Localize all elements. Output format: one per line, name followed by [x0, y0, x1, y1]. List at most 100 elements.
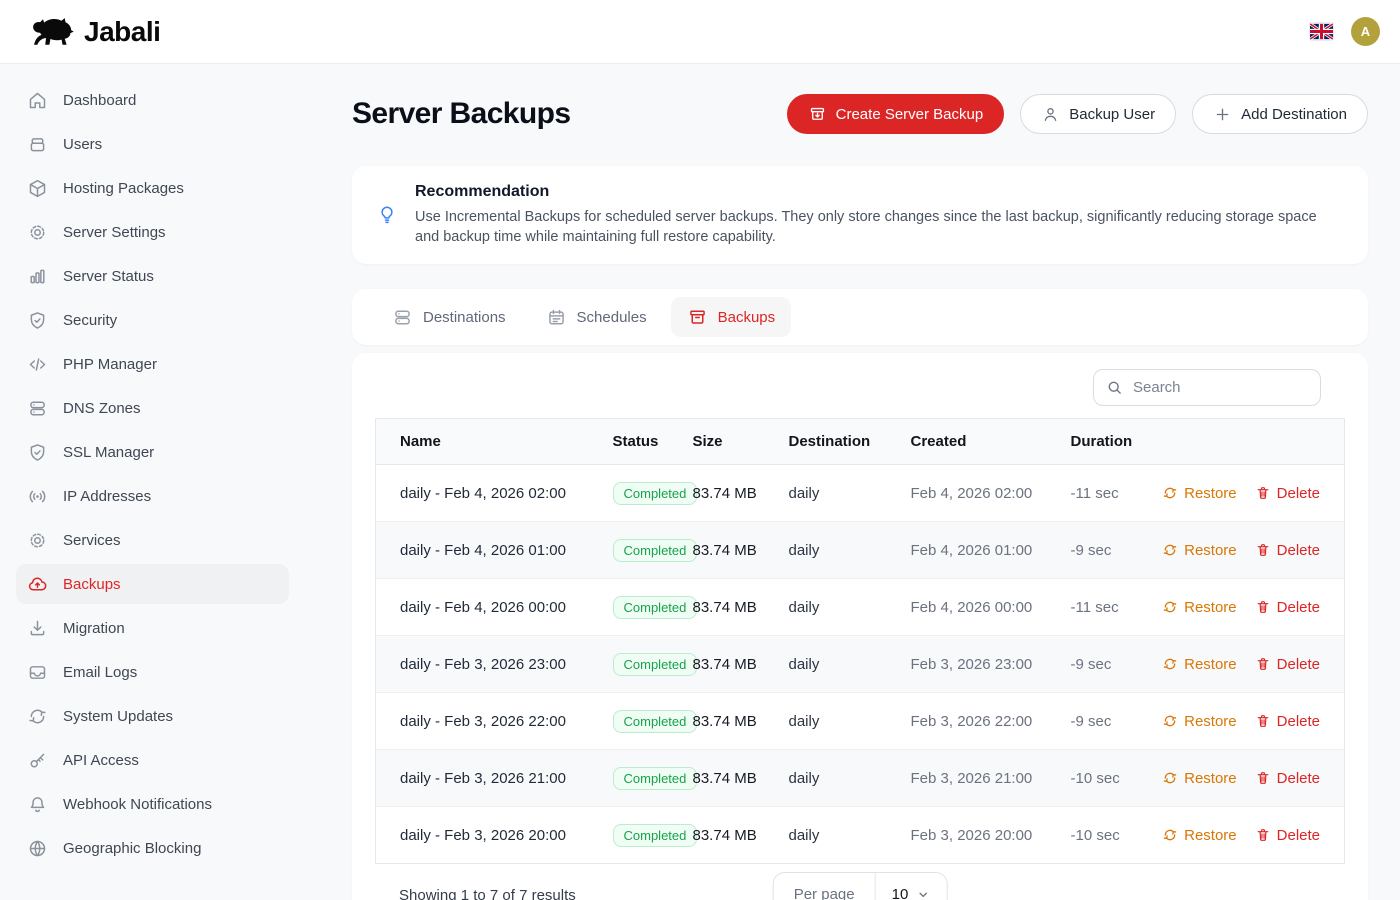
sidebar-item-backups[interactable]: Backups [16, 564, 289, 604]
restore-icon [1162, 827, 1178, 843]
sidebar-item-geographic-blocking[interactable]: Geographic Blocking [16, 828, 289, 868]
key-icon [27, 750, 48, 771]
tab-label: Backups [718, 309, 776, 326]
sidebar-item-security[interactable]: Security [16, 300, 289, 340]
trash-icon [1255, 713, 1271, 729]
restore-button[interactable]: Restore [1162, 770, 1237, 787]
trash-icon [1255, 485, 1271, 501]
delete-button[interactable]: Delete [1255, 713, 1320, 730]
column-header-actions [1181, 419, 1345, 465]
add-destination-button[interactable]: Add Destination [1192, 94, 1368, 134]
sidebar-item-migration[interactable]: Migration [16, 608, 289, 648]
sidebar-item-users[interactable]: Users [16, 124, 289, 164]
tab-destinations[interactable]: Destinations [376, 297, 522, 337]
backup-destination: daily [789, 656, 820, 673]
delete-button[interactable]: Delete [1255, 599, 1320, 616]
shield-check-icon [27, 442, 48, 463]
status-badge: Completed [613, 767, 698, 790]
delete-button-label: Delete [1277, 770, 1320, 787]
archive-icon [687, 307, 708, 328]
create-server-backup-button[interactable]: Create Server Backup [787, 94, 1005, 134]
search-input[interactable] [1093, 369, 1321, 406]
sidebar-item-label: Server Settings [63, 224, 166, 241]
restore-icon [1162, 770, 1178, 786]
backup-user-button[interactable]: Backup User [1020, 94, 1176, 134]
backup-destination: daily [789, 713, 820, 730]
package-icon [27, 178, 48, 199]
sidebar-item-php-manager[interactable]: PHP Manager [16, 344, 289, 384]
tab-schedules[interactable]: Schedules [530, 297, 663, 337]
sidebar-item-ip-addresses[interactable]: IP Addresses [16, 476, 289, 516]
restore-button[interactable]: Restore [1162, 542, 1237, 559]
app-header: Jabali A [0, 0, 1400, 64]
restore-button[interactable]: Restore [1162, 485, 1237, 502]
backup-size: 83.74 MB [693, 827, 757, 844]
restore-button-label: Restore [1184, 713, 1237, 730]
sidebar-item-hosting-packages[interactable]: Hosting Packages [16, 168, 289, 208]
delete-button-label: Delete [1277, 656, 1320, 673]
server-icon [27, 398, 48, 419]
sidebar-item-system-updates[interactable]: System Updates [16, 696, 289, 736]
brand-logo[interactable]: Jabali [28, 14, 160, 50]
main-content: Server Backups Create Server Backup Back… [305, 64, 1400, 900]
table-row: daily - Feb 3, 2026 20:00Completed83.74 … [376, 807, 1345, 864]
sidebar-item-server-settings[interactable]: Server Settings [16, 212, 289, 252]
sidebar-item-api-access[interactable]: API Access [16, 740, 289, 780]
column-header-duration: Duration [1071, 419, 1181, 465]
restore-button[interactable]: Restore [1162, 599, 1237, 616]
per-page-select[interactable]: 10 [876, 873, 947, 900]
delete-button[interactable]: Delete [1255, 542, 1320, 559]
pagination-bar: Showing 1 to 7 of 7 results Per page 10 [375, 864, 1345, 900]
backup-name: daily - Feb 4, 2026 01:00 [400, 542, 566, 559]
sidebar-item-dashboard[interactable]: Dashboard [16, 80, 289, 120]
broadcast-icon [27, 486, 48, 507]
sidebar-item-label: API Access [63, 752, 139, 769]
backup-size: 83.74 MB [693, 713, 757, 730]
sidebar-item-ssl-manager[interactable]: SSL Manager [16, 432, 289, 472]
per-page-control: Per page 10 [773, 872, 948, 900]
delete-button[interactable]: Delete [1255, 485, 1320, 502]
restore-button[interactable]: Restore [1162, 713, 1237, 730]
language-flag-icon[interactable] [1310, 23, 1333, 40]
sidebar-item-dns-zones[interactable]: DNS Zones [16, 388, 289, 428]
sidebar-item-label: Users [63, 136, 102, 153]
delete-button-label: Delete [1277, 713, 1320, 730]
backup-duration: -10 sec [1071, 827, 1120, 844]
backup-destination: daily [789, 827, 820, 844]
sidebar-item-email-logs[interactable]: Email Logs [16, 652, 289, 692]
page-title: Server Backups [352, 97, 570, 131]
results-summary: Showing 1 to 7 of 7 results [375, 887, 576, 900]
trash-icon [1255, 656, 1271, 672]
delete-button[interactable]: Delete [1255, 656, 1320, 673]
table-row: daily - Feb 3, 2026 23:00Completed83.74 … [376, 636, 1345, 693]
table-row: daily - Feb 4, 2026 01:00Completed83.74 … [376, 522, 1345, 579]
sidebar-item-webhook-notifications[interactable]: Webhook Notifications [16, 784, 289, 824]
sidebar-item-services[interactable]: Services [16, 520, 289, 560]
boar-logo-icon [28, 14, 76, 50]
restore-button[interactable]: Restore [1162, 827, 1237, 844]
trash-icon [1255, 827, 1271, 843]
backup-duration: -9 sec [1071, 713, 1112, 730]
sidebar-item-label: Backups [63, 576, 121, 593]
sidebar-item-server-status[interactable]: Server Status [16, 256, 289, 296]
calendar-icon [546, 307, 567, 328]
column-header-name: Name [376, 419, 613, 465]
per-page-value: 10 [892, 886, 909, 900]
gear-icon [27, 530, 48, 551]
backup-duration: -11 sec [1071, 485, 1119, 502]
backup-name: daily - Feb 4, 2026 00:00 [400, 599, 566, 616]
cloud-upload-icon [27, 574, 48, 595]
backup-user-label: Backup User [1069, 106, 1155, 123]
inbox-icon [27, 662, 48, 683]
delete-button[interactable]: Delete [1255, 827, 1320, 844]
bar-chart-icon [27, 266, 48, 287]
backup-created: Feb 3, 2026 22:00 [911, 713, 1033, 730]
sidebar-item-label: PHP Manager [63, 356, 157, 373]
restore-button[interactable]: Restore [1162, 656, 1237, 673]
status-badge: Completed [613, 596, 698, 619]
delete-button[interactable]: Delete [1255, 770, 1320, 787]
user-avatar[interactable]: A [1351, 17, 1380, 46]
restore-button-label: Restore [1184, 599, 1237, 616]
tab-backups[interactable]: Backups [671, 297, 792, 337]
status-badge: Completed [613, 482, 698, 505]
